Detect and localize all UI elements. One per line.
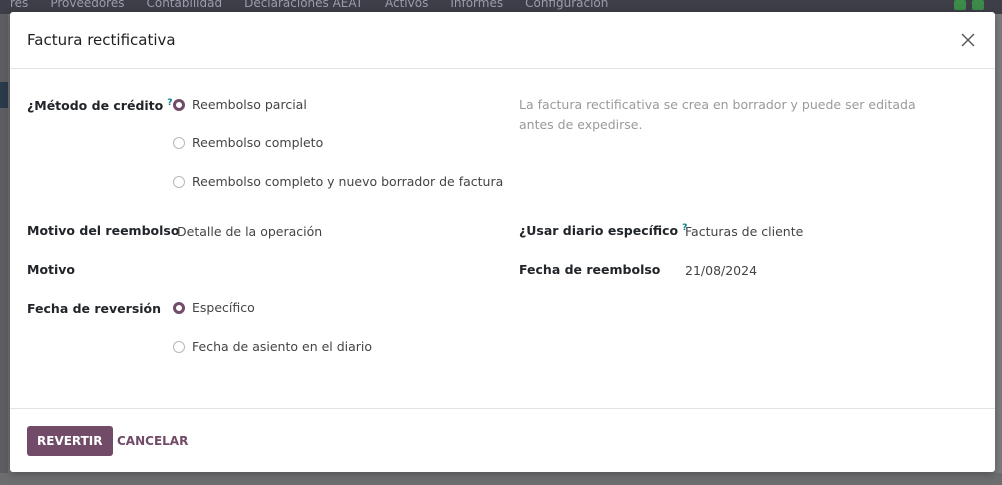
radio-checked-icon[interactable] xyxy=(173,301,185,314)
reversal-date-option-label: Fecha de asiento en el diario xyxy=(192,339,373,354)
refund-dialog: Factura rectificativa ¿Método de crédito… xyxy=(10,12,995,472)
dialog-footer: REVERTIR CANCELAR xyxy=(10,408,995,472)
credit-method-option-label: Reembolso completo y nuevo borrador de f… xyxy=(192,174,504,189)
dialog-body: ¿Método de crédito? Reembolso parcial Re… xyxy=(10,69,995,409)
radio-unchecked-icon[interactable] xyxy=(173,175,185,188)
radio-unchecked-icon[interactable] xyxy=(173,136,185,149)
credit-method-option-full-new-draft[interactable]: Reembolso completo y nuevo borrador de f… xyxy=(173,174,503,189)
reversal-date-option-label: Específico xyxy=(192,300,255,315)
radio-unchecked-icon[interactable] xyxy=(173,340,185,353)
credit-method-label-text: ¿Método de crédito xyxy=(27,98,164,114)
reversal-date-label: Fecha de reversión xyxy=(27,301,162,316)
dialog-title: Factura rectificativa xyxy=(27,31,176,49)
credit-method-option-partial[interactable]: Reembolso parcial xyxy=(173,97,307,112)
background-bottom-edge xyxy=(0,473,1002,485)
refund-reason-label: Motivo del reembolso xyxy=(27,223,180,238)
close-button[interactable] xyxy=(957,29,979,51)
reason-input[interactable] xyxy=(177,262,497,280)
help-icon[interactable]: ? xyxy=(167,98,172,108)
background-menu: res Proveedores Contabilidad Declaracion… xyxy=(10,0,608,10)
revert-button[interactable]: REVERTIR xyxy=(27,426,113,456)
credit-method-hint: La factura rectificativa se crea en borr… xyxy=(519,97,916,132)
dialog-header: Factura rectificativa xyxy=(10,12,995,69)
background-menu-item: Configuración xyxy=(525,0,609,10)
specific-journal-label-text: ¿Usar diario específico xyxy=(519,223,679,239)
background-menu-item: Contabilidad xyxy=(146,0,223,10)
background-status-badges xyxy=(954,0,984,10)
credit-method-option-label: Reembolso completo xyxy=(192,135,324,150)
reversal-date-option-specific[interactable]: Específico xyxy=(173,300,255,315)
refund-reason-select[interactable]: Detalle de la operación xyxy=(177,224,322,239)
refund-date-label: Fecha de reembolso xyxy=(519,262,661,277)
credit-method-option-label: Reembolso parcial xyxy=(192,97,307,112)
background-badge xyxy=(954,0,966,10)
background-menu-item: res xyxy=(10,0,29,10)
background-left-edge xyxy=(0,14,8,485)
background-menu-item: Informes xyxy=(450,0,504,10)
cancel-button[interactable]: CANCELAR xyxy=(117,426,188,456)
specific-journal-label: ¿Usar diario específico? xyxy=(519,223,687,238)
background-tab xyxy=(0,82,8,108)
specific-journal-select[interactable]: Facturas de cliente xyxy=(685,224,803,239)
credit-method-option-full[interactable]: Reembolso completo xyxy=(173,135,323,150)
background-right-edge xyxy=(995,14,1002,485)
reversal-date-option-entry-date[interactable]: Fecha de asiento en el diario xyxy=(173,339,372,354)
background-badge xyxy=(972,0,984,10)
radio-checked-icon[interactable] xyxy=(173,98,185,111)
background-menu-item: Declaraciones AEAT xyxy=(244,0,363,10)
credit-method-label: ¿Método de crédito? xyxy=(27,98,172,113)
close-icon xyxy=(961,33,975,47)
reason-label: Motivo xyxy=(27,262,76,277)
background-menu-item: Activos xyxy=(385,0,429,10)
refund-date-input[interactable]: 21/08/2024 xyxy=(685,263,757,278)
background-menu-item: Proveedores xyxy=(50,0,125,10)
